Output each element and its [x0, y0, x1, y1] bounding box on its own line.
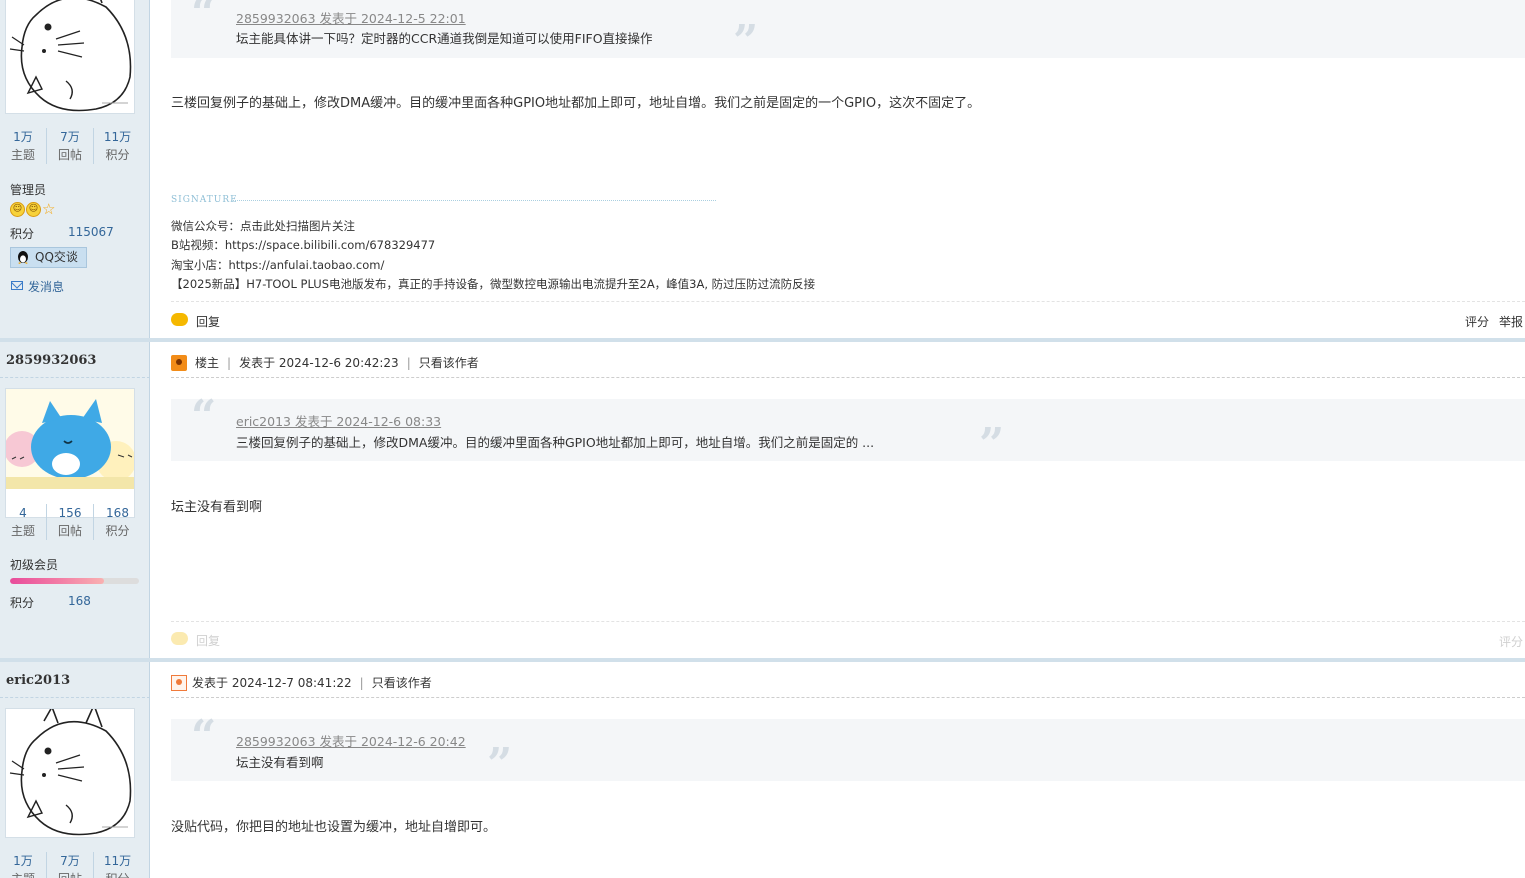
- quote-text: 坛主没有看到啊: [236, 755, 324, 770]
- only-author-link[interactable]: 只看该作者: [372, 674, 432, 691]
- report-link[interactable]: 举报: [1499, 315, 1523, 329]
- open-quote-icon: “: [191, 711, 217, 762]
- author-stats: 4 主题 156 回帖 168 积分: [0, 504, 150, 540]
- action-divider: [171, 621, 1525, 622]
- author-sidebar: 2859932063 4 主题 156 回帖 168 积分 初级会员 积分 16…: [0, 342, 150, 658]
- quote-header-link[interactable]: 2859932063 发表于 2024-12-5 22:01: [236, 8, 466, 27]
- post-body: 坛主没有看到啊: [171, 500, 263, 515]
- star-icon: ☆: [42, 200, 56, 218]
- post-2: 2859932063 4 主题 156 回帖 168 积分 初级会员 积分 16…: [0, 342, 1525, 658]
- post-meta: 发表于 2024-12-7 08:41:22 | 只看该作者: [171, 674, 432, 691]
- level-progress-bar: [10, 578, 139, 584]
- signature-product-link[interactable]: 【2025新品】H7-TOOL PLUS电池版发布，真正的手持设备，微型数控电源…: [171, 275, 815, 294]
- signature-bilibili-link[interactable]: B站视频：https://space.bilibili.com/67832947…: [171, 236, 815, 255]
- post-actions-right: 评分: [1489, 633, 1523, 650]
- author-rank[interactable]: 初级会员: [10, 556, 58, 573]
- quote-block: “ 2859932063 发表于 2024-12-5 22:01 坛主能具体讲一…: [171, 0, 1525, 64]
- author-name-divider: [0, 697, 150, 698]
- stat-credits[interactable]: 11万积分: [94, 852, 141, 878]
- level-progress-fill: [10, 578, 105, 584]
- author-avatar[interactable]: [5, 708, 135, 838]
- signature-divider: [231, 200, 716, 201]
- author-name-divider: [0, 377, 150, 378]
- quote-text: 三楼回复例子的基础上，修改DMA缓冲。目的缓冲里面各种GPIO地址都加上即可，地…: [236, 435, 875, 450]
- post-1: 1万 主题 7万 回帖 11万 积分 管理员 ☺ ☺ ☆ 积分 115067 QQ交谈…: [0, 0, 1525, 338]
- mail-icon: [11, 281, 23, 290]
- author-sidebar: 1万 主题 7万 回帖 11万 积分 管理员 ☺ ☺ ☆ 积分 115067 QQ交谈…: [0, 0, 150, 338]
- user-icon: [171, 674, 187, 691]
- action-divider: [171, 301, 1525, 302]
- reply-button[interactable]: 回复: [171, 632, 220, 649]
- meta-divider: [171, 697, 1525, 698]
- quote-text: 坛主能具体讲一下吗？定时器的CCR通道我倒是知道可以使用FIFO直接操作: [236, 31, 653, 46]
- credit-row: 积分 168: [10, 594, 91, 610]
- quote-header-link[interactable]: 2859932063 发表于 2024-12-6 20:42: [236, 731, 466, 750]
- qq-penguin-icon: [18, 251, 28, 264]
- open-quote-icon: “: [191, 391, 217, 442]
- rate-link[interactable]: 评分: [1499, 635, 1523, 649]
- rate-link[interactable]: 评分: [1465, 315, 1489, 329]
- post-3: eric2013 1万主题 7万回帖 11万积分 发表于 2024-12-7 0…: [0, 662, 1525, 878]
- totoro-avatar-image: [6, 709, 134, 837]
- quote-header-link[interactable]: eric2013 发表于 2024-12-6 08:33: [236, 411, 441, 430]
- close-quote-icon: ”: [733, 16, 759, 67]
- thread-starter-icon: [171, 354, 187, 371]
- post-body: 三楼回复例子的基础上，修改DMA缓冲。目的缓冲里面各种GPIO地址都加上即可，地…: [171, 96, 981, 111]
- signature-label: SIGNATURE: [171, 195, 238, 205]
- signature-wechat-link[interactable]: 微信公众号：点击此处扫描图片关注: [171, 217, 815, 236]
- close-quote-icon: ”: [487, 739, 513, 790]
- stat-threads[interactable]: 1万主题: [0, 852, 47, 878]
- smiley-icon: ☺: [26, 202, 41, 217]
- credit-row: 积分 115067: [10, 225, 114, 241]
- signature-taobao-link[interactable]: 淘宝小店：https://anfulai.taobao.com/: [171, 256, 815, 275]
- post-content: 楼主 | 发表于 2024-12-6 20:42:23 | 只看该作者 “ er…: [151, 342, 1525, 658]
- smiley-icon: ☺: [10, 202, 25, 217]
- stat-replies[interactable]: 7万回帖: [47, 852, 94, 878]
- stat-credits[interactable]: 168 积分: [94, 504, 141, 540]
- reply-bubble-icon: [171, 313, 188, 326]
- post-meta: 楼主 | 发表于 2024-12-6 20:42:23 | 只看该作者: [171, 354, 479, 371]
- stat-threads[interactable]: 1万主题: [0, 128, 47, 164]
- only-author-link[interactable]: 只看该作者: [419, 354, 479, 371]
- quote-block: “ 2859932063 发表于 2024-12-6 20:42 坛主没有看到啊…: [171, 715, 1525, 787]
- post-content: 发表于 2024-12-7 08:41:22 | 只看该作者 “ 2859932…: [151, 662, 1525, 878]
- post-content: “ 2859932063 发表于 2024-12-5 22:01 坛主能具体讲一…: [151, 0, 1525, 338]
- totoro-avatar-image: [6, 0, 134, 113]
- reply-button[interactable]: 回复: [171, 313, 220, 330]
- close-quote-icon: ”: [979, 419, 1005, 470]
- stat-replies[interactable]: 156 回帖: [47, 504, 94, 540]
- author-stats: 1万主题 7万回帖 11万积分: [0, 128, 150, 164]
- signature-text: 微信公众号：点击此处扫描图片关注 B站视频：https://space.bili…: [171, 217, 815, 294]
- meta-divider: [171, 377, 1525, 378]
- open-quote-icon: “: [191, 0, 217, 39]
- post-body: 没贴代码，你把目的地址也设置为缓冲，地址自增即可。: [171, 820, 497, 835]
- author-avatar[interactable]: [5, 0, 135, 114]
- post-time: 发表于 2024-12-6 20:42:23: [239, 356, 399, 370]
- send-message-link[interactable]: 发消息: [10, 278, 64, 295]
- post-time: 发表于 2024-12-7 08:41:22: [192, 676, 352, 690]
- author-name-link[interactable]: 2859932063: [6, 353, 96, 368]
- reply-bubble-icon: [171, 632, 188, 645]
- stat-credits[interactable]: 11万积分: [94, 128, 141, 164]
- blue-cat-avatar-image: [6, 389, 134, 489]
- stat-threads[interactable]: 4 主题: [0, 504, 47, 540]
- author-avatar[interactable]: [5, 388, 135, 518]
- medals: ☺ ☺ ☆: [10, 202, 55, 217]
- author-stats: 1万主题 7万回帖 11万积分: [0, 852, 150, 878]
- author-rank[interactable]: 管理员: [10, 181, 46, 198]
- qq-chat-button[interactable]: QQ交谈: [10, 247, 87, 268]
- author-sidebar: eric2013 1万主题 7万回帖 11万积分: [0, 662, 150, 878]
- author-name-link[interactable]: eric2013: [6, 673, 70, 688]
- quote-block: “ eric2013 发表于 2024-12-6 08:33 三楼回复例子的基础…: [171, 395, 1525, 467]
- post-actions-right: 评分 举报: [1455, 313, 1523, 330]
- thread-starter-badge: 楼主: [195, 356, 220, 370]
- stat-replies[interactable]: 7万回帖: [47, 128, 94, 164]
